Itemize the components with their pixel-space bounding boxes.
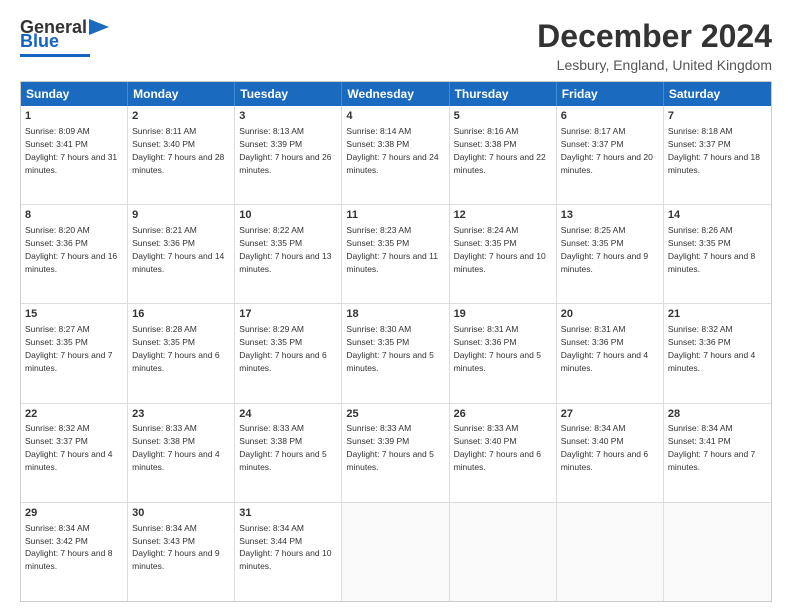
calendar-cell: 15Sunrise: 8:27 AMSunset: 3:35 PMDayligh…: [21, 304, 128, 402]
calendar-cell: 23Sunrise: 8:33 AMSunset: 3:38 PMDayligh…: [128, 404, 235, 502]
calendar-cell: 8Sunrise: 8:20 AMSunset: 3:36 PMDaylight…: [21, 205, 128, 303]
calendar-cell: 25Sunrise: 8:33 AMSunset: 3:39 PMDayligh…: [342, 404, 449, 502]
header-wednesday: Wednesday: [342, 82, 449, 106]
calendar-cell: 2Sunrise: 8:11 AMSunset: 3:40 PMDaylight…: [128, 106, 235, 204]
calendar-row-3: 15Sunrise: 8:27 AMSunset: 3:35 PMDayligh…: [21, 303, 771, 402]
calendar-cell: 21Sunrise: 8:32 AMSunset: 3:36 PMDayligh…: [664, 304, 771, 402]
location: Lesbury, England, United Kingdom: [537, 57, 772, 73]
calendar-cell: 7Sunrise: 8:18 AMSunset: 3:37 PMDaylight…: [664, 106, 771, 204]
calendar-body: 1Sunrise: 8:09 AMSunset: 3:41 PMDaylight…: [21, 106, 771, 601]
calendar-cell: 26Sunrise: 8:33 AMSunset: 3:40 PMDayligh…: [450, 404, 557, 502]
calendar-cell: 17Sunrise: 8:29 AMSunset: 3:35 PMDayligh…: [235, 304, 342, 402]
calendar-cell: 11Sunrise: 8:23 AMSunset: 3:35 PMDayligh…: [342, 205, 449, 303]
calendar-cell: 28Sunrise: 8:34 AMSunset: 3:41 PMDayligh…: [664, 404, 771, 502]
calendar-cell: 12Sunrise: 8:24 AMSunset: 3:35 PMDayligh…: [450, 205, 557, 303]
calendar: Sunday Monday Tuesday Wednesday Thursday…: [20, 81, 772, 602]
calendar-cell: 3Sunrise: 8:13 AMSunset: 3:39 PMDaylight…: [235, 106, 342, 204]
calendar-cell: 18Sunrise: 8:30 AMSunset: 3:35 PMDayligh…: [342, 304, 449, 402]
calendar-cell: 13Sunrise: 8:25 AMSunset: 3:35 PMDayligh…: [557, 205, 664, 303]
calendar-row-5: 29Sunrise: 8:34 AMSunset: 3:42 PMDayligh…: [21, 502, 771, 601]
calendar-cell: 10Sunrise: 8:22 AMSunset: 3:35 PMDayligh…: [235, 205, 342, 303]
calendar-cell: 31Sunrise: 8:34 AMSunset: 3:44 PMDayligh…: [235, 503, 342, 601]
calendar-cell: 19Sunrise: 8:31 AMSunset: 3:36 PMDayligh…: [450, 304, 557, 402]
header-monday: Monday: [128, 82, 235, 106]
calendar-cell: 22Sunrise: 8:32 AMSunset: 3:37 PMDayligh…: [21, 404, 128, 502]
header-saturday: Saturday: [664, 82, 771, 106]
calendar-cell: 6Sunrise: 8:17 AMSunset: 3:37 PMDaylight…: [557, 106, 664, 204]
calendar-cell: [664, 503, 771, 601]
header-tuesday: Tuesday: [235, 82, 342, 106]
logo-line: [20, 54, 90, 57]
calendar-row-4: 22Sunrise: 8:32 AMSunset: 3:37 PMDayligh…: [21, 403, 771, 502]
title-area: December 2024 Lesbury, England, United K…: [537, 18, 772, 73]
logo-arrow-icon: [89, 17, 111, 37]
logo: General Blue: [20, 18, 111, 57]
month-title: December 2024: [537, 18, 772, 55]
calendar-cell: 16Sunrise: 8:28 AMSunset: 3:35 PMDayligh…: [128, 304, 235, 402]
calendar-cell: 20Sunrise: 8:31 AMSunset: 3:36 PMDayligh…: [557, 304, 664, 402]
logo-blue-text: Blue: [20, 32, 59, 52]
calendar-cell: [342, 503, 449, 601]
calendar-cell: 4Sunrise: 8:14 AMSunset: 3:38 PMDaylight…: [342, 106, 449, 204]
calendar-cell: 30Sunrise: 8:34 AMSunset: 3:43 PMDayligh…: [128, 503, 235, 601]
calendar-row-2: 8Sunrise: 8:20 AMSunset: 3:36 PMDaylight…: [21, 204, 771, 303]
calendar-row-1: 1Sunrise: 8:09 AMSunset: 3:41 PMDaylight…: [21, 106, 771, 204]
calendar-cell: [557, 503, 664, 601]
calendar-cell: 5Sunrise: 8:16 AMSunset: 3:38 PMDaylight…: [450, 106, 557, 204]
calendar-cell: 1Sunrise: 8:09 AMSunset: 3:41 PMDaylight…: [21, 106, 128, 204]
header-sunday: Sunday: [21, 82, 128, 106]
page: General Blue December 2024 Lesbury, Engl…: [0, 0, 792, 612]
calendar-cell: [450, 503, 557, 601]
header-friday: Friday: [557, 82, 664, 106]
calendar-header: Sunday Monday Tuesday Wednesday Thursday…: [21, 82, 771, 106]
calendar-cell: 24Sunrise: 8:33 AMSunset: 3:38 PMDayligh…: [235, 404, 342, 502]
calendar-cell: 27Sunrise: 8:34 AMSunset: 3:40 PMDayligh…: [557, 404, 664, 502]
header-thursday: Thursday: [450, 82, 557, 106]
calendar-cell: 29Sunrise: 8:34 AMSunset: 3:42 PMDayligh…: [21, 503, 128, 601]
header: General Blue December 2024 Lesbury, Engl…: [20, 18, 772, 73]
calendar-cell: 14Sunrise: 8:26 AMSunset: 3:35 PMDayligh…: [664, 205, 771, 303]
calendar-cell: 9Sunrise: 8:21 AMSunset: 3:36 PMDaylight…: [128, 205, 235, 303]
